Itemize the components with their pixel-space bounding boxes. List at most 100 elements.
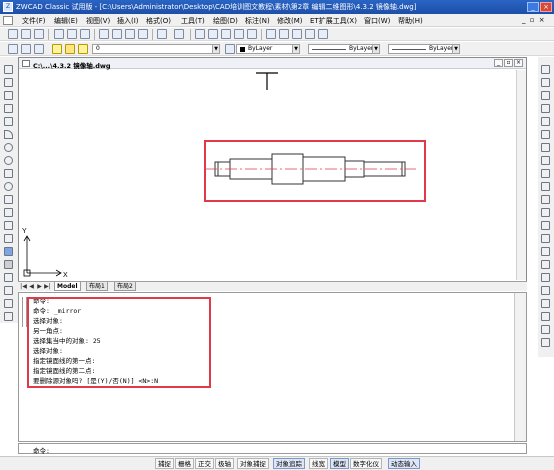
hatch-icon[interactable] (4, 247, 13, 256)
menu-view[interactable]: 视图(V) (86, 16, 110, 26)
menu-format[interactable]: 格式(O) (146, 16, 171, 26)
spline-icon[interactable] (4, 169, 13, 178)
redo-icon[interactable] (174, 29, 184, 39)
insert-block-icon[interactable] (4, 208, 13, 217)
offset-icon[interactable] (541, 104, 550, 113)
line-icon[interactable] (4, 65, 13, 74)
fillet-icon[interactable] (541, 273, 550, 282)
save-icon[interactable] (34, 29, 44, 39)
polyline-icon[interactable] (4, 91, 13, 100)
pan-icon[interactable] (195, 29, 205, 39)
properties-palette-icon[interactable] (541, 325, 550, 334)
construction-line-icon[interactable] (4, 78, 13, 87)
break-icon[interactable] (541, 234, 550, 243)
menu-dimension[interactable]: 标注(N) (245, 16, 270, 26)
arc-icon[interactable] (4, 130, 13, 139)
grid-toggle[interactable]: 栅格 (175, 458, 194, 469)
color-dropdown[interactable]: ByLayer ▼ (236, 44, 300, 54)
copy-object-icon[interactable] (541, 78, 550, 87)
design-center-icon[interactable] (279, 29, 289, 39)
join-icon[interactable] (541, 247, 550, 256)
ellipse-arc-icon[interactable] (4, 195, 13, 204)
next-tab-button[interactable]: ▶ (36, 283, 43, 290)
rotate-icon[interactable] (541, 143, 550, 152)
menu-file[interactable]: 文件(F) (22, 16, 46, 26)
open-file-icon[interactable] (21, 29, 31, 39)
wipeout-icon[interactable] (4, 312, 13, 321)
lengthen-icon[interactable] (541, 182, 550, 191)
polar-toggle[interactable]: 极轴 (215, 458, 234, 469)
tool-palette-icon[interactable] (292, 29, 302, 39)
paste-icon[interactable] (125, 29, 135, 39)
calculator-icon[interactable] (305, 29, 315, 39)
undo-icon[interactable] (157, 29, 167, 39)
extend-icon[interactable] (541, 208, 550, 217)
mdi-window-controls[interactable]: _ ▫ × (522, 16, 546, 24)
text-style-icon[interactable] (541, 338, 550, 347)
dynamic-input-toggle[interactable]: 动态输入 (388, 458, 420, 469)
stretch-icon[interactable] (541, 169, 550, 178)
make-current-layer-icon[interactable] (225, 44, 235, 54)
publish-icon[interactable] (80, 29, 90, 39)
region-icon[interactable] (4, 260, 13, 269)
print-icon[interactable] (54, 29, 64, 39)
menu-insert[interactable]: 插入(I) (117, 16, 139, 26)
lineweight-toggle[interactable]: 线宽 (309, 458, 328, 469)
zoom-window-icon[interactable] (221, 29, 231, 39)
properties-icon[interactable] (266, 29, 276, 39)
tab-model[interactable]: Model (54, 282, 81, 291)
menu-window[interactable]: 窗口(W) (364, 16, 390, 26)
menu-modify[interactable]: 修改(M) (277, 16, 303, 26)
drawing-vertical-scrollbar[interactable] (516, 70, 526, 280)
menu-help[interactable]: 帮助(H) (398, 16, 423, 26)
lightbulb-icon[interactable] (52, 44, 62, 54)
document-icon[interactable] (3, 16, 13, 25)
ortho-toggle[interactable]: 正交 (195, 458, 214, 469)
command-history-scrollbar[interactable] (514, 293, 526, 441)
sun-icon[interactable] (65, 44, 75, 54)
drawing-close-button[interactable]: × (514, 59, 523, 67)
mirror-icon[interactable] (541, 91, 550, 100)
drawing-restore-button[interactable]: ▫ (504, 59, 513, 67)
revision-cloud-icon[interactable] (4, 299, 13, 308)
layer-previous-icon[interactable] (34, 44, 44, 54)
tab-layout1[interactable]: 布局1 (86, 282, 108, 291)
array-icon[interactable] (541, 117, 550, 126)
circle-icon[interactable] (4, 143, 13, 152)
minimize-button[interactable]: _ (527, 2, 539, 12)
last-tab-button[interactable]: ▶| (44, 283, 51, 290)
layer-state-icon[interactable] (21, 44, 31, 54)
polygon-icon[interactable] (4, 104, 13, 113)
erase-icon[interactable] (541, 65, 550, 74)
help-icon[interactable] (318, 29, 328, 39)
copy-icon[interactable] (112, 29, 122, 39)
multiline-text-icon[interactable] (4, 286, 13, 295)
layer-manager-icon[interactable] (8, 44, 18, 54)
trim-icon[interactable] (541, 195, 550, 204)
linetype-dropdown[interactable]: ByLayer ▼ (308, 44, 380, 54)
point-icon[interactable] (4, 234, 13, 243)
model-toggle[interactable]: 模型 (330, 458, 349, 469)
align-icon[interactable] (541, 312, 550, 321)
move-icon[interactable] (541, 130, 550, 139)
edit-polyline-icon[interactable] (541, 299, 550, 308)
menu-et-tools[interactable]: ET扩展工具(X) (310, 16, 357, 26)
layer-dropdown[interactable]: 0 ▼ (92, 44, 220, 54)
tab-layout2[interactable]: 布局2 (114, 282, 136, 291)
object-snap-toggle[interactable]: 对象捕捉 (237, 458, 269, 469)
make-block-icon[interactable] (4, 221, 13, 230)
menu-draw[interactable]: 绘图(D) (213, 16, 238, 26)
lineweight-dropdown[interactable]: ByLayer ▼ (388, 44, 460, 54)
previous-tab-button[interactable]: ◀ (28, 283, 35, 290)
print-preview-icon[interactable] (67, 29, 77, 39)
digitizer-toggle[interactable]: 数字化仪 (350, 458, 382, 469)
zoom-realtime-icon[interactable] (208, 29, 218, 39)
donut-icon[interactable] (4, 156, 13, 165)
drawing-minimize-button[interactable]: _ (494, 59, 503, 67)
zoom-previous-icon[interactable] (234, 29, 244, 39)
ellipse-icon[interactable] (4, 182, 13, 191)
explode-icon[interactable] (541, 286, 550, 295)
match-properties-icon[interactable] (138, 29, 148, 39)
rectangle-icon[interactable] (4, 117, 13, 126)
snap-toggle[interactable]: 捕捉 (155, 458, 174, 469)
